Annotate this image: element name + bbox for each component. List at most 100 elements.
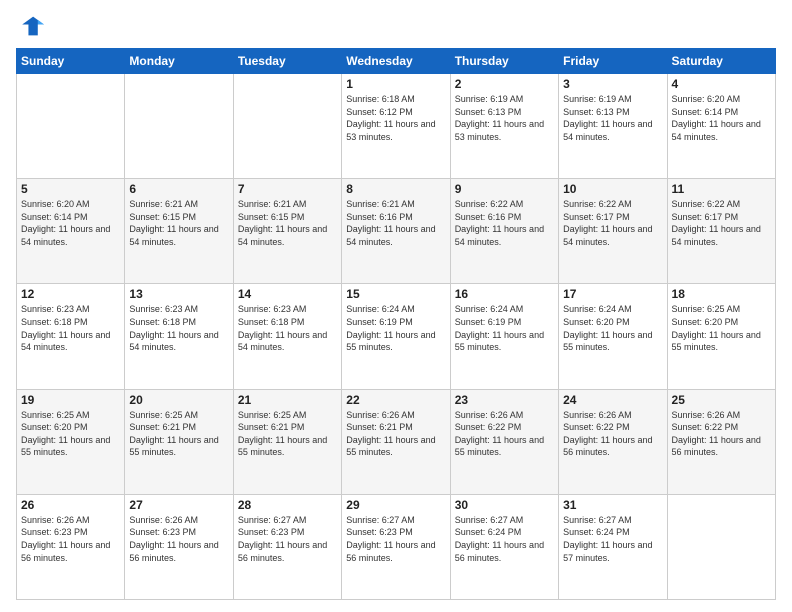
header-row: SundayMondayTuesdayWednesdayThursdayFrid… <box>17 49 776 74</box>
calendar-cell <box>125 74 233 179</box>
sunset-label: Sunset: 6:21 PM <box>238 422 305 432</box>
sunrise-label: Sunrise: 6:27 AM <box>563 515 632 525</box>
sunset-label: Sunset: 6:19 PM <box>346 317 413 327</box>
day-info: Sunrise: 6:26 AM Sunset: 6:22 PM Dayligh… <box>672 409 771 459</box>
sunset-label: Sunset: 6:22 PM <box>672 422 739 432</box>
day-info: Sunrise: 6:25 AM Sunset: 6:20 PM Dayligh… <box>21 409 120 459</box>
day-info: Sunrise: 6:26 AM Sunset: 6:23 PM Dayligh… <box>21 514 120 564</box>
calendar-cell: 22 Sunrise: 6:26 AM Sunset: 6:21 PM Dayl… <box>342 389 450 494</box>
daylight-label: Daylight: 11 hours and 55 minutes. <box>672 330 761 353</box>
sunset-label: Sunset: 6:18 PM <box>129 317 196 327</box>
sunset-label: Sunset: 6:18 PM <box>21 317 88 327</box>
day-number: 13 <box>129 287 228 301</box>
day-number: 11 <box>672 182 771 196</box>
day-info: Sunrise: 6:27 AM Sunset: 6:23 PM Dayligh… <box>238 514 337 564</box>
daylight-label: Daylight: 11 hours and 55 minutes. <box>346 435 435 458</box>
sunrise-label: Sunrise: 6:27 AM <box>455 515 524 525</box>
calendar-week-row: 26 Sunrise: 6:26 AM Sunset: 6:23 PM Dayl… <box>17 494 776 599</box>
calendar-cell: 3 Sunrise: 6:19 AM Sunset: 6:13 PM Dayli… <box>559 74 667 179</box>
daylight-label: Daylight: 11 hours and 54 minutes. <box>21 330 110 353</box>
day-info: Sunrise: 6:21 AM Sunset: 6:16 PM Dayligh… <box>346 198 445 248</box>
weekday-header: Saturday <box>667 49 775 74</box>
daylight-label: Daylight: 11 hours and 54 minutes. <box>672 119 761 142</box>
calendar-cell: 27 Sunrise: 6:26 AM Sunset: 6:23 PM Dayl… <box>125 494 233 599</box>
day-number: 28 <box>238 498 337 512</box>
daylight-label: Daylight: 11 hours and 56 minutes. <box>672 435 761 458</box>
sunrise-label: Sunrise: 6:21 AM <box>129 199 198 209</box>
calendar-cell: 21 Sunrise: 6:25 AM Sunset: 6:21 PM Dayl… <box>233 389 341 494</box>
weekday-header: Tuesday <box>233 49 341 74</box>
page: SundayMondayTuesdayWednesdayThursdayFrid… <box>0 0 792 612</box>
day-info: Sunrise: 6:19 AM Sunset: 6:13 PM Dayligh… <box>563 93 662 143</box>
sunset-label: Sunset: 6:13 PM <box>455 107 522 117</box>
day-info: Sunrise: 6:23 AM Sunset: 6:18 PM Dayligh… <box>21 303 120 353</box>
calendar-cell: 13 Sunrise: 6:23 AM Sunset: 6:18 PM Dayl… <box>125 284 233 389</box>
sunset-label: Sunset: 6:21 PM <box>346 422 413 432</box>
sunset-label: Sunset: 6:14 PM <box>21 212 88 222</box>
day-number: 26 <box>21 498 120 512</box>
calendar-cell <box>17 74 125 179</box>
day-number: 30 <box>455 498 554 512</box>
daylight-label: Daylight: 11 hours and 57 minutes. <box>563 540 652 563</box>
day-info: Sunrise: 6:20 AM Sunset: 6:14 PM Dayligh… <box>672 93 771 143</box>
sunrise-label: Sunrise: 6:18 AM <box>346 94 415 104</box>
sunrise-label: Sunrise: 6:21 AM <box>346 199 415 209</box>
daylight-label: Daylight: 11 hours and 56 minutes. <box>21 540 110 563</box>
calendar-cell: 23 Sunrise: 6:26 AM Sunset: 6:22 PM Dayl… <box>450 389 558 494</box>
calendar-cell: 2 Sunrise: 6:19 AM Sunset: 6:13 PM Dayli… <box>450 74 558 179</box>
sunrise-label: Sunrise: 6:22 AM <box>563 199 632 209</box>
sunrise-label: Sunrise: 6:27 AM <box>238 515 307 525</box>
day-info: Sunrise: 6:20 AM Sunset: 6:14 PM Dayligh… <box>21 198 120 248</box>
sunset-label: Sunset: 6:20 PM <box>21 422 88 432</box>
calendar-cell: 8 Sunrise: 6:21 AM Sunset: 6:16 PM Dayli… <box>342 179 450 284</box>
daylight-label: Daylight: 11 hours and 55 minutes. <box>238 435 327 458</box>
daylight-label: Daylight: 11 hours and 55 minutes. <box>346 330 435 353</box>
weekday-header: Thursday <box>450 49 558 74</box>
calendar-cell: 24 Sunrise: 6:26 AM Sunset: 6:22 PM Dayl… <box>559 389 667 494</box>
sunrise-label: Sunrise: 6:25 AM <box>21 410 90 420</box>
day-number: 10 <box>563 182 662 196</box>
daylight-label: Daylight: 11 hours and 56 minutes. <box>563 435 652 458</box>
sunrise-label: Sunrise: 6:24 AM <box>346 304 415 314</box>
day-info: Sunrise: 6:19 AM Sunset: 6:13 PM Dayligh… <box>455 93 554 143</box>
calendar-cell: 9 Sunrise: 6:22 AM Sunset: 6:16 PM Dayli… <box>450 179 558 284</box>
daylight-label: Daylight: 11 hours and 56 minutes. <box>455 540 544 563</box>
calendar-body: 1 Sunrise: 6:18 AM Sunset: 6:12 PM Dayli… <box>17 74 776 600</box>
daylight-label: Daylight: 11 hours and 56 minutes. <box>238 540 327 563</box>
calendar-table: SundayMondayTuesdayWednesdayThursdayFrid… <box>16 48 776 600</box>
day-number: 23 <box>455 393 554 407</box>
sunset-label: Sunset: 6:23 PM <box>21 527 88 537</box>
sunrise-label: Sunrise: 6:24 AM <box>563 304 632 314</box>
day-info: Sunrise: 6:24 AM Sunset: 6:19 PM Dayligh… <box>455 303 554 353</box>
day-number: 17 <box>563 287 662 301</box>
calendar-cell: 7 Sunrise: 6:21 AM Sunset: 6:15 PM Dayli… <box>233 179 341 284</box>
sunrise-label: Sunrise: 6:23 AM <box>238 304 307 314</box>
sunset-label: Sunset: 6:12 PM <box>346 107 413 117</box>
day-number: 1 <box>346 77 445 91</box>
day-number: 31 <box>563 498 662 512</box>
calendar-cell <box>667 494 775 599</box>
day-number: 22 <box>346 393 445 407</box>
day-number: 6 <box>129 182 228 196</box>
sunset-label: Sunset: 6:17 PM <box>672 212 739 222</box>
logo <box>16 12 48 40</box>
day-number: 7 <box>238 182 337 196</box>
sunrise-label: Sunrise: 6:25 AM <box>238 410 307 420</box>
day-number: 9 <box>455 182 554 196</box>
calendar-cell: 26 Sunrise: 6:26 AM Sunset: 6:23 PM Dayl… <box>17 494 125 599</box>
day-info: Sunrise: 6:25 AM Sunset: 6:21 PM Dayligh… <box>129 409 228 459</box>
day-info: Sunrise: 6:22 AM Sunset: 6:17 PM Dayligh… <box>563 198 662 248</box>
day-number: 29 <box>346 498 445 512</box>
sunset-label: Sunset: 6:24 PM <box>563 527 630 537</box>
daylight-label: Daylight: 11 hours and 55 minutes. <box>455 330 544 353</box>
day-info: Sunrise: 6:27 AM Sunset: 6:24 PM Dayligh… <box>563 514 662 564</box>
day-number: 14 <box>238 287 337 301</box>
calendar-cell: 16 Sunrise: 6:24 AM Sunset: 6:19 PM Dayl… <box>450 284 558 389</box>
sunrise-label: Sunrise: 6:26 AM <box>455 410 524 420</box>
sunrise-label: Sunrise: 6:20 AM <box>672 94 741 104</box>
weekday-header: Wednesday <box>342 49 450 74</box>
day-info: Sunrise: 6:26 AM Sunset: 6:23 PM Dayligh… <box>129 514 228 564</box>
calendar-cell: 1 Sunrise: 6:18 AM Sunset: 6:12 PM Dayli… <box>342 74 450 179</box>
day-info: Sunrise: 6:25 AM Sunset: 6:21 PM Dayligh… <box>238 409 337 459</box>
daylight-label: Daylight: 11 hours and 54 minutes. <box>346 224 435 247</box>
